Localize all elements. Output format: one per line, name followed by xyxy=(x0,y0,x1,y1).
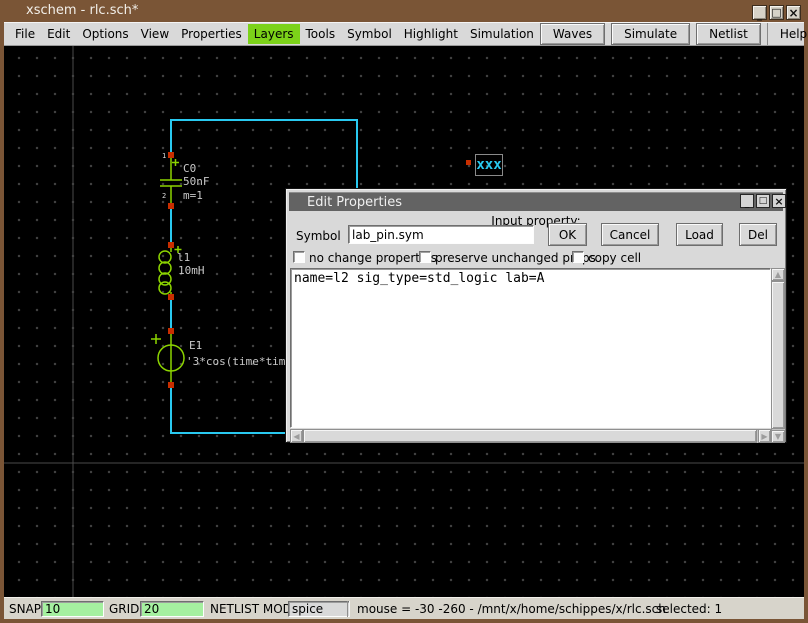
dialog-titlebar[interactable]: Edit Properties xyxy=(289,192,783,211)
menu-highlight[interactable]: Highlight xyxy=(398,24,464,44)
window-title: xschem - rlc.sch* xyxy=(26,3,138,18)
capacitor-pin2-number: 2 xyxy=(162,193,166,200)
menu-items: File Edit Options View Properties Layers… xyxy=(4,24,540,44)
property-textarea[interactable]: name=l2 sig_type=std_logic lab=A xyxy=(290,268,771,428)
wire-bottom[interactable] xyxy=(171,386,298,433)
xschem-window: xschem - rlc.sch* _ □ × File Edit Option… xyxy=(0,0,808,623)
copy-cell-checkbox[interactable] xyxy=(572,251,584,263)
snap-input[interactable] xyxy=(41,601,104,617)
mouse-coordinates-text: mouse = -30 -260 - /mnt/x/home/schippes/… xyxy=(357,602,666,616)
scroll-down-button[interactable]: ▼ xyxy=(771,430,785,443)
edit-properties-dialog: Edit Properties _ □ × Input property: Sy… xyxy=(285,188,787,443)
vertical-scrollbar[interactable]: ▲ ▼ xyxy=(771,268,785,443)
arrow-right-icon: ▶ xyxy=(761,432,767,441)
dialog-title: Edit Properties xyxy=(307,195,402,210)
menu-file[interactable]: File xyxy=(9,24,41,44)
arrow-left-icon: ◀ xyxy=(293,432,299,441)
menu-symbol[interactable]: Symbol xyxy=(341,24,398,44)
capacitor-pin1-number: 1 xyxy=(162,153,166,160)
window-titlebar[interactable]: xschem - rlc.sch* _ □ × xyxy=(0,0,808,22)
scroll-up-button[interactable]: ▲ xyxy=(771,268,785,281)
grid-input[interactable] xyxy=(140,601,204,617)
maximize-icon: □ xyxy=(771,7,781,18)
checkbox-row: no change properties preserve unchanged … xyxy=(286,251,786,265)
symbol-label: Symbol xyxy=(296,229,341,243)
minimize-icon: _ xyxy=(745,200,750,209)
inductor-value-label[interactable]: 10mH xyxy=(178,265,205,276)
menu-view[interactable]: View xyxy=(135,24,175,44)
menu-simulation[interactable]: Simulation xyxy=(464,24,540,44)
close-icon: × xyxy=(774,196,783,207)
capacitor-symbol[interactable] xyxy=(160,152,182,209)
net-label-text: xxx xyxy=(476,158,501,172)
capacitor-attr-label[interactable]: m=1 xyxy=(183,190,203,201)
window-minimize-button[interactable]: _ xyxy=(752,5,767,20)
no-change-properties-checkbox[interactable] xyxy=(293,251,305,263)
net-label-selected[interactable]: xxx xyxy=(475,154,503,176)
menu-layers[interactable]: Layers xyxy=(248,24,300,44)
capacitor-value-label[interactable]: 50nF xyxy=(183,176,210,187)
menu-help[interactable]: Help xyxy=(767,23,808,45)
preserve-unchanged-props-checkbox[interactable] xyxy=(419,251,431,263)
netlist-mode-input[interactable] xyxy=(288,601,350,617)
dialog-minimize-button[interactable]: _ xyxy=(740,194,754,208)
no-change-properties-label: no change properties xyxy=(309,251,437,265)
net-label-pin[interactable] xyxy=(466,160,471,165)
maximize-icon: □ xyxy=(759,197,768,206)
scroll-right-button[interactable]: ▶ xyxy=(758,429,771,443)
ok-button[interactable]: OK xyxy=(548,223,587,246)
simulate-button[interactable]: Simulate xyxy=(611,23,690,45)
statusbar: SNAP: GRID: NETLIST MODE: mouse = -30 -2… xyxy=(4,597,804,619)
close-icon: × xyxy=(788,7,798,19)
arrow-up-icon: ▲ xyxy=(775,270,781,279)
cancel-button[interactable]: Cancel xyxy=(601,223,659,246)
capacitor-ref-label[interactable]: C0 xyxy=(183,163,196,174)
menu-options[interactable]: Options xyxy=(76,24,134,44)
selected-count-text: selected: 1 xyxy=(656,602,722,616)
dialog-maximize-button[interactable]: □ xyxy=(756,194,770,208)
menu-edit[interactable]: Edit xyxy=(41,24,76,44)
horizontal-scroll-thumb[interactable] xyxy=(303,429,757,443)
netlist-button[interactable]: Netlist xyxy=(696,23,761,45)
dialog-close-button[interactable]: × xyxy=(772,194,786,208)
del-button[interactable]: Del xyxy=(739,223,777,246)
grid-label: GRID: xyxy=(109,602,143,616)
symbol-input[interactable] xyxy=(348,225,534,244)
vertical-scroll-thumb[interactable] xyxy=(771,281,785,429)
menu-properties[interactable]: Properties xyxy=(175,24,248,44)
source-symbol[interactable] xyxy=(151,328,184,388)
copy-cell-label: copy cell xyxy=(588,251,641,265)
source-ref-label[interactable]: E1 xyxy=(189,340,202,351)
minimize-icon: _ xyxy=(757,11,762,21)
snap-label: SNAP: xyxy=(9,602,45,616)
load-button[interactable]: Load xyxy=(676,223,723,246)
window-close-button[interactable]: × xyxy=(786,5,801,20)
menu-tools[interactable]: Tools xyxy=(300,24,342,44)
menu-right-buttons: Waves Simulate Netlist Help xyxy=(540,23,808,45)
inductor-ref-label[interactable]: l1 xyxy=(177,252,190,263)
window-maximize-button[interactable]: □ xyxy=(769,5,784,20)
arrow-down-icon: ▼ xyxy=(775,432,781,441)
menubar: File Edit Options View Properties Layers… xyxy=(4,22,804,46)
waves-button[interactable]: Waves xyxy=(540,23,605,45)
scroll-left-button[interactable]: ◀ xyxy=(290,429,303,443)
horizontal-scrollbar[interactable]: ◀ ▶ xyxy=(290,429,771,443)
statusbar-divider xyxy=(347,601,350,617)
